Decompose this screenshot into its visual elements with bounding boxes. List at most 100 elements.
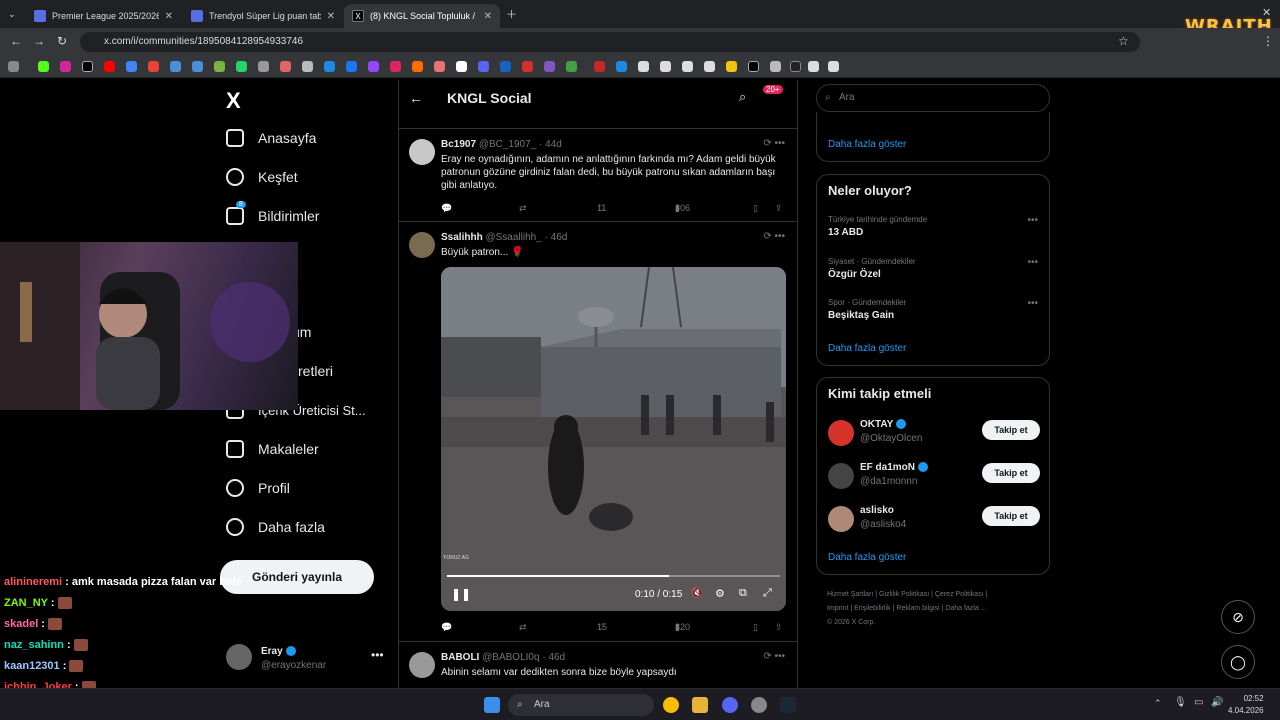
more-dots-icon[interactable]: ••• <box>371 648 384 662</box>
nav-profile[interactable]: Profil <box>226 473 290 503</box>
more-dots-icon[interactable]: ⟳ ••• <box>763 138 785 149</box>
bookmark-youtube-icon[interactable] <box>104 61 115 72</box>
back-arrow-icon[interactable]: ← <box>10 34 22 48</box>
tweet-time[interactable]: 44d <box>545 139 562 150</box>
chevron-up-icon[interactable]: ⌃ <box>1154 698 1162 709</box>
taskbar-clock[interactable]: 02:52 4.04.2026 <box>1228 693 1264 717</box>
close-icon[interactable]: ✕ <box>165 11 173 22</box>
tweet-time[interactable]: 46d <box>548 652 565 663</box>
bookmark-gmail-icon[interactable] <box>148 61 159 72</box>
bookmark-instagram-icon[interactable] <box>60 61 71 72</box>
bookmark-twitch-icon[interactable] <box>368 61 379 72</box>
reload-icon[interactable]: ↻ <box>57 34 67 48</box>
avatar[interactable] <box>409 232 435 258</box>
retweet-icon[interactable]: ⇄ <box>519 203 527 214</box>
more-dots-icon[interactable]: ⟳ ••• <box>763 651 785 662</box>
bookmark-site-icon[interactable] <box>828 61 839 72</box>
trend-item[interactable]: Siyaset · Gündemdekiler Özgür Özel ••• <box>828 257 1038 280</box>
bookmark-icon[interactable]: ▯ <box>753 203 758 214</box>
search-input[interactable]: ⌕ Ara <box>816 84 1050 112</box>
footer-link[interactable]: Imprint | <box>827 605 854 612</box>
volume-icon[interactable]: 🔊 <box>1211 697 1223 708</box>
video-player[interactable]: YORUZ AG ❚❚ 0:10 / 0:15 🔇 ⚙ ⧉ ⤢ <box>441 267 786 611</box>
avatar[interactable] <box>828 463 854 489</box>
tab-premier-league[interactable]: Premier League 2025/2026 pua ✕ <box>26 4 181 28</box>
show-more-link[interactable]: Daha fazla göster <box>828 552 906 563</box>
tweet[interactable]: Ssalihhh @Ssaallihh_ · 46d ⟳ ••• Büyük p… <box>399 221 797 641</box>
bookmark-site-icon[interactable] <box>660 61 671 72</box>
bookmark-google-icon[interactable] <box>126 61 137 72</box>
follow-button[interactable]: Takip et <box>982 463 1040 483</box>
footer-link[interactable]: Reklam bilgisi | <box>896 605 945 612</box>
tweet-time[interactable]: 46d <box>551 232 568 243</box>
bookmark-site-icon[interactable] <box>616 61 627 72</box>
bookmark-site-icon[interactable] <box>638 61 649 72</box>
tab-list-button[interactable]: ⌄ <box>4 6 22 22</box>
new-tab-plus-icon[interactable]: ＋ <box>506 6 517 22</box>
follow-suggestion[interactable]: aslisko @aslisko4 Takip et <box>828 504 1040 538</box>
avatar[interactable] <box>409 139 435 165</box>
footer-link[interactable]: Hizmet Şartları | <box>827 591 879 598</box>
nav-more[interactable]: Daha fazla <box>226 512 325 542</box>
share-icon[interactable]: ⇪ <box>775 622 783 633</box>
retweet-icon[interactable]: ⇄ <box>519 622 527 633</box>
fullscreen-icon[interactable]: ⤢ <box>763 587 772 600</box>
bookmark-site-icon[interactable] <box>522 61 533 72</box>
bookmark-site-icon[interactable] <box>324 61 335 72</box>
video-progress-bar[interactable] <box>447 575 780 577</box>
tweet-handle[interactable]: @Ssaallihh_ <box>485 232 541 243</box>
tab-super-lig[interactable]: Trendyol Süper Lig puan tablos ✕ <box>183 4 343 28</box>
discord-icon[interactable] <box>722 697 738 713</box>
grok-button[interactable]: ⊘ <box>1221 600 1255 634</box>
tweet-handle[interactable]: @BC_1907_ <box>479 139 536 150</box>
reply-icon[interactable]: 💬 <box>441 622 452 633</box>
tweet-handle[interactable]: @BABOLI0q <box>482 652 539 663</box>
tab-kngl-social[interactable]: X (8) KNGL Social Topluluk / X ✕ <box>344 4 500 28</box>
show-more-link[interactable]: Daha fazla göster <box>828 139 906 150</box>
footer-link[interactable]: Erişilebilirlik | <box>854 605 896 612</box>
windows-start-icon[interactable] <box>484 697 500 713</box>
more-dots-icon[interactable]: ••• <box>1027 298 1038 309</box>
tweet[interactable]: Bc1907 @BC_1907_ · 44d ⟳ ••• Eray ne oyn… <box>399 128 797 221</box>
bookmark-site-icon[interactable] <box>748 61 759 72</box>
menu-dots-icon[interactable]: ⋮ <box>1262 34 1274 48</box>
apps-grid-icon[interactable] <box>8 61 19 72</box>
close-icon[interactable]: ✕ <box>327 11 335 22</box>
bookmark-kick-icon[interactable] <box>38 61 49 72</box>
follow-button[interactable]: Takip et <box>982 506 1040 526</box>
avatar[interactable] <box>828 420 854 446</box>
footer-link[interactable]: Gizlilik Politikası | <box>879 591 935 598</box>
bookmark-whatsapp-icon[interactable] <box>236 61 247 72</box>
bookmark-site-icon[interactable] <box>704 61 715 72</box>
tweet-author[interactable]: BABOLI <box>441 652 479 663</box>
bookmark-site-icon[interactable] <box>808 61 819 72</box>
bookmark-site-icon[interactable] <box>726 61 737 72</box>
tweet-author[interactable]: Bc1907 <box>441 139 476 150</box>
bookmark-site-icon[interactable] <box>434 61 445 72</box>
account-switcher[interactable]: Eray @erayozkenar ••• <box>226 642 396 676</box>
bookmark-site-icon[interactable] <box>412 61 423 72</box>
bookmark-site-icon[interactable] <box>566 61 577 72</box>
x-logo-icon[interactable]: X <box>226 88 241 114</box>
taskbar-search[interactable]: ⌕ Ara <box>508 694 654 716</box>
bookmark-site-icon[interactable] <box>500 61 511 72</box>
search-icon[interactable]: ⌕ <box>739 89 746 105</box>
avatar[interactable] <box>828 506 854 532</box>
microphone-icon[interactable]: 🎙 <box>1174 697 1187 708</box>
bookmark-site-icon[interactable] <box>390 61 401 72</box>
tweet[interactable]: BABOLI @BABOLI0q · 46d ⟳ ••• Abinin sela… <box>399 641 797 688</box>
bookmark-x-icon[interactable] <box>82 61 93 72</box>
bookmark-site-icon[interactable] <box>192 61 203 72</box>
back-arrow-icon[interactable]: ← <box>409 90 423 106</box>
bookmark-site-icon[interactable] <box>302 61 313 72</box>
follow-suggestion[interactable]: EF da1moN @da1monnn Takip et <box>828 461 1040 495</box>
close-icon[interactable]: ✕ <box>484 11 492 22</box>
bookmark-icon[interactable]: ▯ <box>753 622 758 633</box>
url-bar[interactable]: x.com/i/communities/1895084128954933746 <box>80 32 1140 52</box>
bookmark-site-icon[interactable] <box>214 61 225 72</box>
post-button[interactable]: Gönderi yayınla <box>220 560 374 594</box>
more-dots-icon[interactable]: ••• <box>1027 257 1038 268</box>
follow-button[interactable]: Takip et <box>982 420 1040 440</box>
bookmark-site-icon[interactable] <box>790 61 801 72</box>
bookmark-site-icon[interactable] <box>170 61 181 72</box>
